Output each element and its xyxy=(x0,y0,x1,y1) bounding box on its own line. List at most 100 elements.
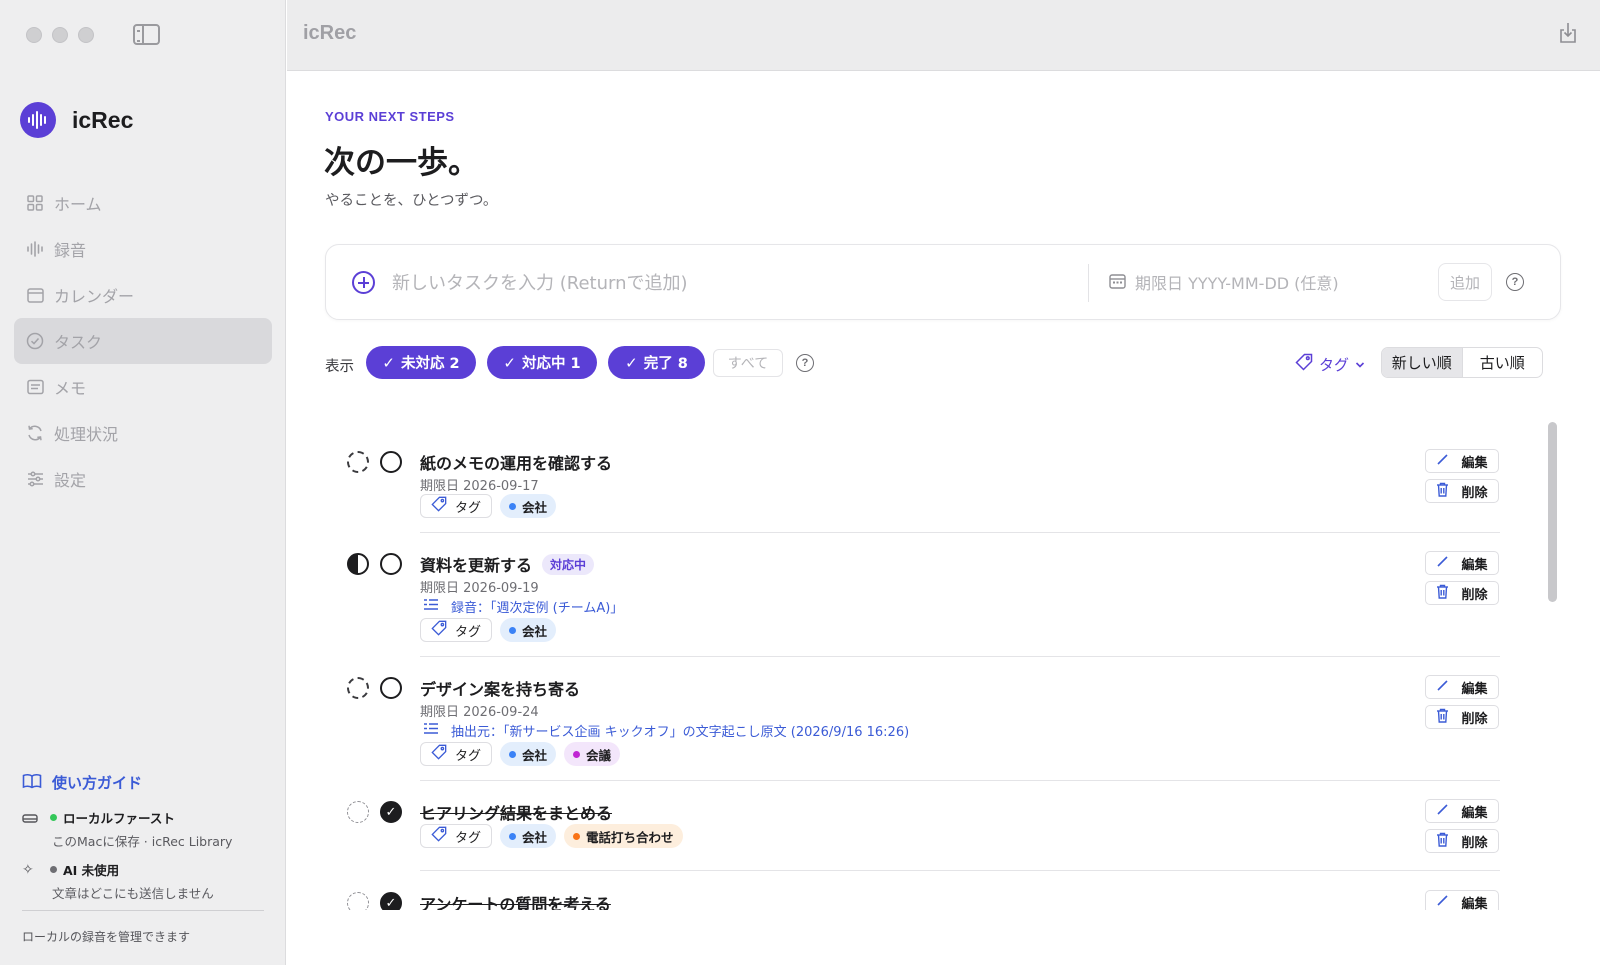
export-icon[interactable] xyxy=(1558,22,1578,48)
sidebar-item-processing[interactable]: 処理状況 xyxy=(14,410,272,456)
sort-oldest-button[interactable]: 古い順 xyxy=(1461,348,1543,377)
complete-checkbox[interactable] xyxy=(380,451,402,473)
delete-label: 削除 xyxy=(1461,485,1488,501)
filter-all-button[interactable]: すべて xyxy=(713,349,783,377)
status-todo-icon[interactable] xyxy=(347,892,369,910)
source-recording-link[interactable]: 録音：「週次定例 (チームA)」 xyxy=(423,597,623,616)
sidebar-item-recordings[interactable]: 録音 xyxy=(14,226,272,272)
guide-link[interactable]: 使い方ガイド xyxy=(22,772,142,793)
tag-pill: 会社 xyxy=(500,494,557,518)
complete-checkbox[interactable] xyxy=(380,553,402,575)
status-badge: 対応中 xyxy=(542,554,595,575)
sidebar-item-home[interactable]: ホーム xyxy=(14,180,272,226)
tag-edit-button[interactable]: タグ xyxy=(420,618,493,642)
sidebar-item-tasks[interactable]: タスク xyxy=(14,318,272,364)
pencil-icon xyxy=(1436,894,1449,911)
zoom-window-button[interactable] xyxy=(78,27,94,43)
tag-filter-dropdown[interactable]: タグ xyxy=(1295,353,1365,375)
source-transcript-link[interactable]: 抽出元：「新サービス企画 キックオフ」の文字起こし原文 (2026/9/16 1… xyxy=(423,721,909,740)
tag-name: 会社 xyxy=(522,747,548,763)
completed-checkbox[interactable]: ✓ xyxy=(380,801,402,823)
tag-icon xyxy=(431,496,447,516)
calendar-icon xyxy=(26,286,44,304)
checkmark-icon: ✓ xyxy=(625,353,638,372)
tag-edit-button[interactable]: タグ xyxy=(420,742,493,766)
scrollbar[interactable] xyxy=(1548,422,1557,906)
task-due-date: 期限日 2026-09-17 xyxy=(420,479,539,494)
filter-bar: 表示 ✓ 未対応 2 ✓ 対応中 1 ✓ 完了 8 すべて ? タグ 新しい順 … xyxy=(325,346,1561,382)
tag-button-label: タグ xyxy=(455,624,482,640)
delete-button[interactable]: 削除 xyxy=(1425,581,1499,605)
sort-newest-button[interactable]: 新しい順 xyxy=(1382,348,1462,377)
tag-icon xyxy=(431,620,447,640)
transcript-icon xyxy=(423,598,439,615)
drive-icon xyxy=(22,812,44,824)
tag-color-dot xyxy=(573,832,581,840)
trash-icon xyxy=(1436,832,1449,851)
sidebar: icRec ホーム 録音 カレンダー タスク メモ 処理状況 設定 使い方ガイド… xyxy=(0,0,286,965)
task-tags: タグ 会社 会議 xyxy=(420,742,621,766)
edit-label: 編集 xyxy=(1461,681,1488,697)
tag-edit-button[interactable]: タグ xyxy=(420,494,493,518)
filter-chip-in-progress[interactable]: ✓ 対応中 1 xyxy=(487,346,597,379)
task-title[interactable]: 紙のメモの運用を確認する xyxy=(420,450,612,474)
status-todo-icon[interactable] xyxy=(347,801,369,823)
sidebar-divider xyxy=(22,910,264,911)
sidebar-item-label: メモ xyxy=(54,379,87,398)
status-in-progress-icon[interactable] xyxy=(347,553,369,575)
edit-button[interactable]: 編集 xyxy=(1425,890,1499,910)
sidebar-item-memo[interactable]: メモ xyxy=(14,364,272,410)
edit-button[interactable]: 編集 xyxy=(1425,449,1499,473)
edit-button[interactable]: 編集 xyxy=(1425,675,1499,699)
help-icon[interactable]: ? xyxy=(796,354,814,372)
minimize-window-button[interactable] xyxy=(52,27,68,43)
filter-chip-todo[interactable]: ✓ 未対応 2 xyxy=(366,346,476,379)
delete-button[interactable]: 削除 xyxy=(1425,705,1499,729)
tag-pill: 電話打ち合わせ xyxy=(564,824,683,848)
edit-button[interactable]: 編集 xyxy=(1425,551,1499,575)
calendar-icon xyxy=(1109,273,1126,293)
task-title[interactable]: ヒアリング結果をまとめる xyxy=(420,800,612,824)
completed-checkbox[interactable]: ✓ xyxy=(380,892,402,910)
add-circle-icon[interactable] xyxy=(352,271,375,294)
delete-button[interactable]: 削除 xyxy=(1425,829,1499,853)
status-todo-icon[interactable] xyxy=(347,451,369,473)
local-status-dot xyxy=(50,814,57,821)
local-first-title: ローカルファースト xyxy=(63,811,175,826)
sidebar-item-settings[interactable]: 設定 xyxy=(14,456,272,502)
help-icon[interactable]: ? xyxy=(1506,273,1524,291)
sidebar-nav: ホーム 録音 カレンダー タスク メモ 処理状況 設定 xyxy=(14,180,272,502)
status-todo-icon[interactable] xyxy=(347,677,369,699)
window-controls xyxy=(26,27,94,43)
sidebar-item-label: 設定 xyxy=(54,471,87,490)
sidebar-toggle-icon[interactable] xyxy=(133,24,160,45)
ai-status: ✧ AI 未使用 文章はどこにも送信しません xyxy=(22,860,267,902)
sidebar-item-label: タスク xyxy=(54,333,103,352)
scrollbar-thumb[interactable] xyxy=(1548,422,1557,602)
task-tags: タグ 会社 電話打ち合わせ xyxy=(420,824,683,848)
task-title[interactable]: アンケートの質問を考える xyxy=(420,891,611,910)
task-title-text: 資料を更新する xyxy=(420,556,533,575)
edit-button[interactable]: 編集 xyxy=(1425,799,1499,823)
filter-label: 表示 xyxy=(325,359,354,375)
filter-chip-done[interactable]: ✓ 完了 8 xyxy=(608,346,705,379)
sidebar-footer: ローカルの録音を管理できます xyxy=(22,930,191,944)
sidebar-item-label: 処理状況 xyxy=(54,425,119,444)
complete-checkbox[interactable] xyxy=(380,677,402,699)
local-first-status: ローカルファースト このMacに保存 · icRec Library xyxy=(22,808,267,850)
task-title[interactable]: デザイン案を持ち寄る xyxy=(420,676,580,700)
new-task-input[interactable] xyxy=(392,267,1042,299)
due-date-input[interactable] xyxy=(1135,269,1435,297)
check-circle-icon xyxy=(26,332,44,350)
tag-edit-button[interactable]: タグ xyxy=(420,824,493,848)
delete-label: 削除 xyxy=(1461,835,1488,851)
sidebar-item-calendar[interactable]: カレンダー xyxy=(14,272,272,318)
close-window-button[interactable] xyxy=(26,27,42,43)
task-title[interactable]: 資料を更新する 対応中 xyxy=(420,552,595,576)
waveform-logo-icon xyxy=(20,102,56,138)
pencil-icon xyxy=(1436,679,1449,696)
delete-button[interactable]: 削除 xyxy=(1425,479,1499,503)
add-task-button[interactable]: 追加 xyxy=(1438,263,1492,301)
task-divider xyxy=(420,870,1500,871)
edit-label: 編集 xyxy=(1461,455,1488,471)
